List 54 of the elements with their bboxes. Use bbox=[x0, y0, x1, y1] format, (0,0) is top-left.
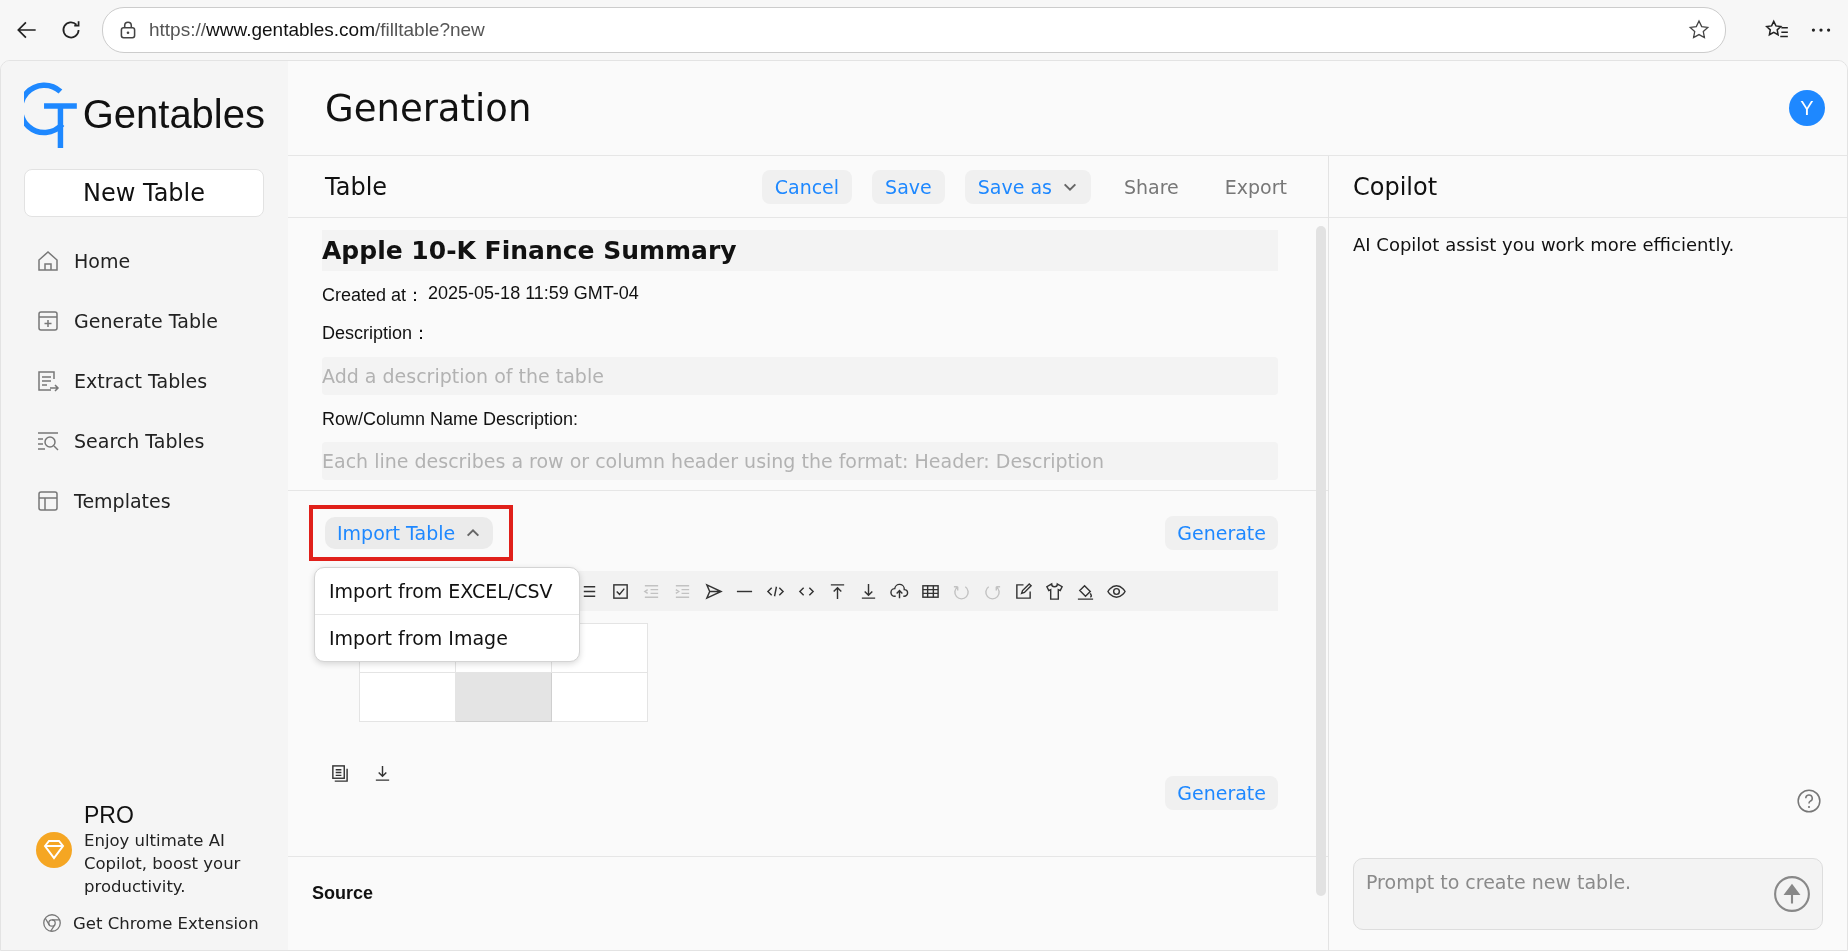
menu-item[interactable]: Import from EXCEL/CSV bbox=[315, 568, 579, 614]
action-button[interactable]: Export bbox=[1211, 169, 1300, 204]
description-label: Description： bbox=[322, 322, 432, 345]
home-icon bbox=[36, 249, 60, 273]
chrome-icon bbox=[41, 912, 63, 934]
new-table-button[interactable]: New Table bbox=[24, 169, 264, 217]
nav-label: Templates bbox=[74, 490, 171, 512]
upload-icon[interactable] bbox=[890, 581, 909, 601]
send-icon[interactable] bbox=[704, 581, 723, 601]
row-column-label: Row/Column Name Description: bbox=[322, 409, 580, 430]
nav-item[interactable]: Templates bbox=[24, 471, 265, 531]
copilot-intro: AI Copilot assist you work more efficiently. bbox=[1352, 233, 1736, 257]
logo-text: Gentables bbox=[82, 92, 265, 137]
source-heading: Source bbox=[312, 883, 374, 903]
checkbox-icon[interactable] bbox=[611, 581, 630, 601]
table-name-field[interactable]: Apple 10-K Finance Summary bbox=[322, 230, 1278, 271]
align-top-icon[interactable] bbox=[828, 581, 847, 601]
created-date: 2025-05-18 11:59 GMT-04 bbox=[428, 283, 639, 305]
menu-item[interactable]: Import from Image bbox=[315, 614, 579, 661]
nav-label: Generate Table bbox=[74, 310, 218, 332]
shirt-icon[interactable] bbox=[1045, 581, 1064, 601]
action-button[interactable]: Share bbox=[1110, 169, 1192, 204]
prompt-field[interactable]: Prompt to create new table. bbox=[1353, 858, 1823, 930]
nav-item[interactable]: Extract Tables bbox=[24, 351, 265, 411]
nav-item[interactable]: Generate Table bbox=[24, 291, 265, 351]
search-list-icon bbox=[36, 429, 60, 453]
layout-icon bbox=[36, 489, 60, 513]
grid-cell[interactable] bbox=[359, 672, 456, 722]
url-text: https://www.gentables.com/filltable?new bbox=[149, 19, 486, 41]
scrollbar[interactable] bbox=[1316, 226, 1326, 896]
copilot-title: Copilot bbox=[1353, 172, 1438, 201]
nav-label: Home bbox=[74, 250, 131, 272]
copy-icon[interactable] bbox=[330, 764, 349, 783]
row-column-field[interactable]: Each line describes a row or column header using the format: Header: Description bbox=[322, 442, 1278, 480]
panel-title: Table bbox=[325, 172, 388, 201]
edit-icon[interactable] bbox=[1014, 581, 1033, 601]
nav-item[interactable]: Search Tables bbox=[24, 411, 265, 471]
address-bar[interactable]: https://www.gentables.com/filltable?new bbox=[102, 7, 1726, 53]
chrome-extension-link[interactable]: Get Chrome Extension bbox=[24, 912, 265, 934]
help-icon[interactable] bbox=[1796, 788, 1822, 814]
grid-cell[interactable] bbox=[551, 672, 648, 722]
grid-cell[interactable] bbox=[455, 672, 552, 722]
page-title: Generation bbox=[325, 86, 532, 130]
download-icon[interactable] bbox=[373, 764, 392, 783]
description-field[interactable]: Add a description of the table bbox=[322, 357, 1278, 395]
pro-description: Enjoy ultimate AI Copilot, boost your productivity. bbox=[84, 830, 242, 898]
add-table-icon bbox=[36, 309, 60, 333]
nav-label: Search Tables bbox=[74, 430, 205, 452]
document-arrow-icon bbox=[36, 369, 60, 393]
created-label: Created at： bbox=[322, 284, 425, 307]
align-bottom-icon[interactable] bbox=[859, 581, 878, 601]
pro-label: PRO bbox=[84, 802, 135, 829]
nav-item[interactable]: Home bbox=[24, 231, 265, 291]
nav-label: Extract Tables bbox=[74, 370, 208, 392]
